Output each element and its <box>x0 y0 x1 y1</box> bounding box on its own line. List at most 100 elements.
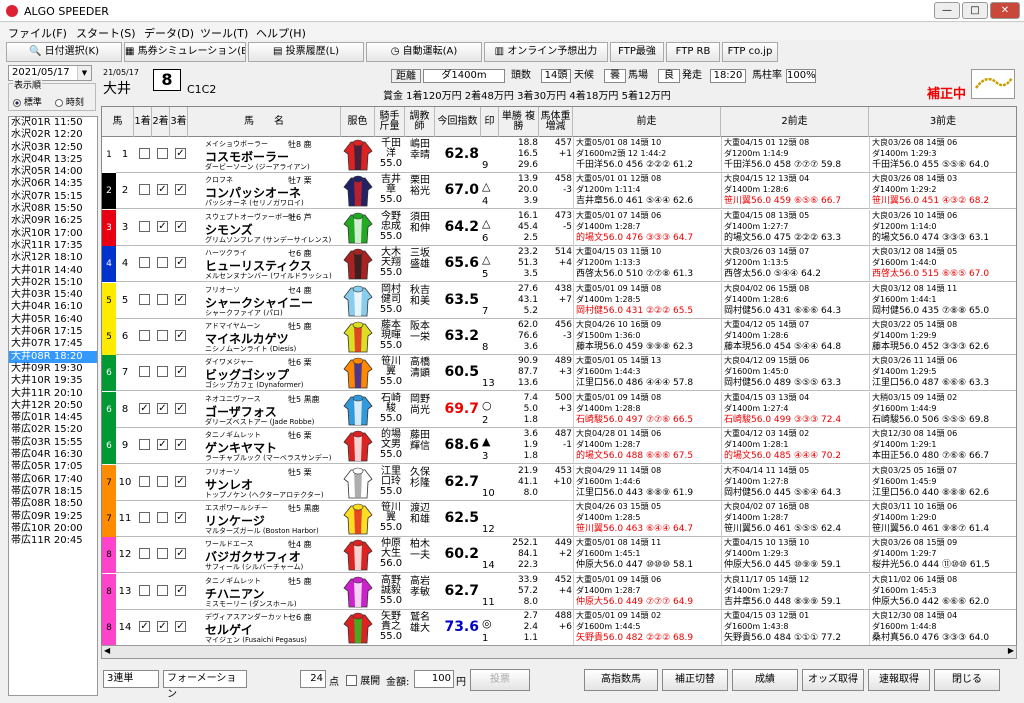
past-race-2[interactable]: 大重04/15 03 13頭 04 ダ1400m 1:27:4 石崎駿56.0 … <box>721 391 869 428</box>
past-race-2[interactable]: 大重04/12 05 14頭 07 ダ1400m 1:28:6 藤本現56.0 … <box>721 319 869 355</box>
correction-toggle-button[interactable]: 補正切替 <box>662 669 728 691</box>
place-1-checkbox[interactable] <box>139 548 150 560</box>
race-list-item[interactable]: 水沢05R 14:00 <box>9 166 97 178</box>
table-row[interactable]: 8 14 ✓ ✓ ✓ デヴィアスアンダーカット セ6 鹿 セルゲイ マイジェン (Fus… <box>102 610 1016 647</box>
race-list-item[interactable]: 水沢04R 13:25 <box>9 154 97 166</box>
place-2-checkbox[interactable]: ✓ <box>157 402 168 414</box>
past-race-1[interactable]: 大良04/26 10 16頭 09 ダ1500m 1:36:0 藤本現56.0 … <box>573 319 721 355</box>
past-race-2[interactable]: 大良04/15 12 13頭 04 ダ1400m 1:28:6 笹川翼56.0 … <box>721 173 869 210</box>
race-list-item[interactable]: 大井06R 17:15 <box>9 326 97 338</box>
table-row[interactable]: 3 3 ✓ ✓ スウェプトオーヴァーボード 牡6 芦 シモンズ グリムソンフレア (サ… <box>102 209 1016 246</box>
race-list-item[interactable]: 水沢09R 16:25 <box>9 215 97 227</box>
place-1-checkbox[interactable] <box>139 148 150 159</box>
place-2-checkbox[interactable]: ✓ <box>157 220 168 232</box>
race-list-item[interactable]: 帯広02R 15:20 <box>9 424 97 436</box>
table-row[interactable]: 6 7 ✓ ダイワメジャー 牡6 栗 ビッグゴシップ ゴシップカフェ (Dynafo… <box>102 355 1016 392</box>
past-race-2[interactable]: 大重04/15 10 13頭 10 ダ1400m 1:29:3 仲原大56.0 … <box>721 537 869 574</box>
place-2-checkbox[interactable] <box>157 148 168 159</box>
past-race-2[interactable]: 大良11/17 05 14頭 12 ダ1400m 1:29:7 吉井章56.0 … <box>721 573 869 610</box>
table-row[interactable]: 6 9 ✓ ✓ タニノギムレット 牡6 栗 ゲンキヤマト ラーチャブルック (マーベラ… <box>102 428 1016 465</box>
past-race-1[interactable]: 大重05/01 07 14頭 06 ダ1400m 1:28:7 的場文56.0 … <box>573 209 721 246</box>
odds-fetch-button[interactable]: オッズ取得 <box>802 669 864 691</box>
place-3-checkbox[interactable]: ✓ <box>175 402 186 414</box>
past-race-3[interactable]: 大良11/02 06 14頭 08 ダ1600m 1:45:3 仲原大56.0 … <box>869 573 1016 610</box>
auto-drive-button[interactable]: ◷ 自動運転(A) <box>366 42 482 62</box>
results-button[interactable]: 成績 <box>732 669 798 691</box>
horizontal-scrollbar[interactable]: ◀ ▶ <box>101 645 1017 659</box>
race-list-item[interactable]: 帯広03R 15:55 <box>9 437 97 449</box>
past-race-2[interactable]: 大良04/12 09 15頭 06 ダ1600m 1:45:0 岡村健56.0 … <box>721 355 869 392</box>
place-2-checkbox[interactable]: ✓ <box>157 439 168 451</box>
table-row[interactable]: 7 10 ✓ フリオーソ 牡5 栗 サンレオ トップノケン (ヘクターアロテクター)… <box>102 464 1016 501</box>
past-race-2[interactable]: 大重04/15 01 12頭 08 ダ1200m 1:14:9 千田洋56.0 … <box>721 137 869 173</box>
race-list-item[interactable]: 大井03R 15:40 <box>9 289 97 301</box>
ticket-simulation-button[interactable]: ▦ 馬券シミュレーション(B) <box>124 42 246 62</box>
place-2-checkbox[interactable] <box>157 475 168 487</box>
close-button[interactable]: 閉じる <box>934 669 1000 691</box>
race-list-item[interactable]: 大井07R 17:45 <box>9 338 97 350</box>
race-list-item[interactable]: 大井11R 20:10 <box>9 388 97 400</box>
past-race-2[interactable]: 大不04/14 11 14頭 05 ダ1400m 1:27:8 岡村健56.0 … <box>721 464 869 501</box>
ftp-cojp-button[interactable]: FTP co.jp <box>722 42 778 62</box>
past-race-1[interactable]: 大重05/01 09 14頭 08 ダ1400m 1:28:8 石崎駿56.0 … <box>573 391 721 428</box>
past-race-3[interactable]: 大良03/26 10 14頭 06 ダ1200m 1:14:0 的場文56.0 … <box>869 209 1016 246</box>
place-2-checkbox[interactable] <box>157 512 168 523</box>
table-row[interactable]: 5 5 ✓ フリオーソ セ4 鹿 シャークシャイニー シャークファイア (パロ) 岡… <box>102 282 1016 319</box>
ftp-rb-button[interactable]: FTP RB <box>666 42 720 62</box>
place-1-checkbox[interactable] <box>139 475 150 487</box>
past-race-1[interactable]: 大重05/01 09 14頭 02 ダ1600m 1:44:5 矢野貴56.0 … <box>573 610 721 647</box>
past-race-1[interactable]: 大重05/01 09 14頭 08 ダ1400m 1:28:5 岡村健56.0 … <box>573 282 721 319</box>
race-list-item[interactable]: 水沢03R 12:50 <box>9 142 97 154</box>
menu-data[interactable]: データ(D) <box>144 25 194 41</box>
maximize-button[interactable]: □ <box>962 2 988 19</box>
race-list-item[interactable]: 水沢06R 14:35 <box>9 178 97 190</box>
past-race-3[interactable]: 大良03/26 08 14頭 03 ダ1400m 1:29:2 笹川翼56.0 … <box>869 173 1016 210</box>
race-list-item[interactable]: 帯広01R 14:45 <box>9 412 97 424</box>
race-list-item[interactable]: 帯広11R 20:45 <box>9 535 97 547</box>
race-list-item[interactable]: 大井08R 18:20 <box>9 350 97 363</box>
vote-button[interactable]: 投票 <box>470 669 530 691</box>
past-race-3[interactable]: 大良03/11 10 16頭 06 ダ1400m 1:29:0 笹川翼56.0 … <box>869 501 1016 537</box>
past-race-3[interactable]: 大良03/26 11 14頭 06 ダ1400m 1:29:5 江里口56.0 … <box>869 355 1016 392</box>
place-3-checkbox[interactable]: ✓ <box>175 621 186 633</box>
vote-history-button[interactable]: ▤ 投票履歴(L) <box>248 42 364 62</box>
place-1-checkbox[interactable] <box>139 293 150 305</box>
race-list-item[interactable]: 大井02R 15:10 <box>9 277 97 289</box>
table-row[interactable]: 5 6 ✓ アドマイヤムーン 牡5 鹿 マイネルカゲツ ニシノムーンライト (Die… <box>102 319 1016 355</box>
past-race-1[interactable]: 大重05/01 08 14頭 10 ダ1600m2頭 12 1:44:2 千田洋… <box>573 137 721 173</box>
past-race-3[interactable]: 大良03/26 08 15頭 09 ダ1400m 1:29:7 桜井光56.0 … <box>869 537 1016 574</box>
table-row[interactable]: 6 8 ✓ ✓ ✓ ネオユニヴァース 牡5 黒鹿 ゴーザフォス ダリーズベストアー (J… <box>102 391 1016 428</box>
place-2-checkbox[interactable]: ✓ <box>157 621 168 633</box>
place-3-checkbox[interactable]: ✓ <box>175 257 186 269</box>
place-2-checkbox[interactable] <box>157 257 168 269</box>
ftp-saikyo-button[interactable]: FTP最強 <box>610 42 664 62</box>
place-3-checkbox[interactable]: ✓ <box>175 330 186 341</box>
past-race-2[interactable]: 大良04/02 07 16頭 08 ダ1400m 1:28:7 笹川翼56.0 … <box>721 501 869 537</box>
menu-start[interactable]: スタート(S) <box>76 25 136 41</box>
table-row[interactable]: 1 1 ✓ メイショウボーラー 牡8 鹿 コスモボーラー ダービーソーン (ジーアラ… <box>102 137 1016 173</box>
race-list-item[interactable]: 帯広06R 17:40 <box>9 474 97 486</box>
race-list-item[interactable]: 帯広07R 18:15 <box>9 486 97 498</box>
race-list[interactable]: 水沢01R 11:50 水沢02R 12:20 水沢03R 12:50 水沢04R 1… <box>8 116 98 696</box>
place-1-checkbox[interactable] <box>139 220 150 232</box>
bet-type-select[interactable]: 3連単 <box>103 670 159 688</box>
past-race-3[interactable]: 大良03/22 05 14頭 08 ダ1400m 1:29:9 藤本現56.0 … <box>869 319 1016 355</box>
chevron-right-icon[interactable]: ▶ <box>1008 646 1014 655</box>
place-1-checkbox[interactable] <box>139 366 150 378</box>
place-2-checkbox[interactable] <box>157 584 168 596</box>
place-3-checkbox[interactable]: ✓ <box>175 366 186 378</box>
place-3-checkbox[interactable]: ✓ <box>175 439 186 451</box>
expand-checkbox[interactable]: 展開 <box>346 672 380 687</box>
sort-time-radio[interactable]: 時刻 <box>55 95 84 108</box>
place-3-checkbox[interactable]: ✓ <box>175 584 186 596</box>
race-list-item[interactable]: 大井09R 19:30 <box>9 363 97 375</box>
sort-standard-radio[interactable]: 標準 <box>13 95 42 108</box>
menu-file[interactable]: ファイル(F) <box>8 25 67 41</box>
race-list-item[interactable]: 大井05R 16:40 <box>9 314 97 326</box>
race-list-item[interactable]: 水沢02R 12:20 <box>9 129 97 141</box>
place-2-checkbox[interactable] <box>157 330 168 341</box>
place-1-checkbox[interactable] <box>139 584 150 596</box>
past-race-2[interactable]: 大重04/15 08 13頭 05 ダ1400m 1:27:7 的場文56.0 … <box>721 209 869 246</box>
past-race-3[interactable]: 大稍03/15 09 14頭 02 ダ1600m 1:44:9 石崎駿56.0 … <box>869 391 1016 428</box>
race-list-item[interactable]: 帯広08R 18:50 <box>9 498 97 510</box>
